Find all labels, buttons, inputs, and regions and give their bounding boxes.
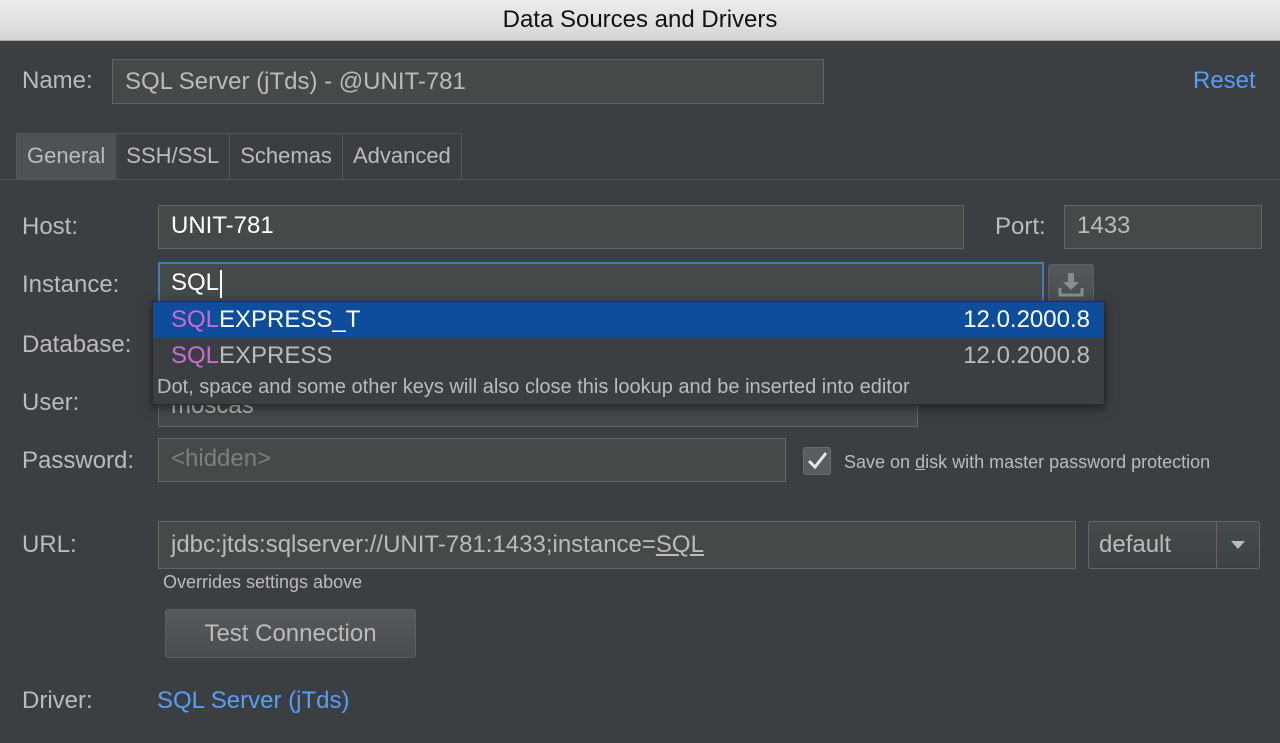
password-input[interactable]: <hidden>	[158, 438, 786, 482]
password-label: Password:	[22, 447, 135, 474]
host-label: Host:	[22, 213, 79, 240]
lookup-item-sqlexpress-t[interactable]: SQLEXPRESS_T 12.0.2000.8	[153, 302, 1104, 338]
chevron-down-icon[interactable]	[1217, 522, 1259, 568]
save-label-prefix: Save on	[844, 452, 916, 472]
save-label-suffix: isk with master password protection	[925, 452, 1211, 472]
instance-label: Instance:	[22, 271, 120, 298]
checkmark-icon	[807, 452, 828, 470]
save-password-label[interactable]: Save on disk with master password protec…	[844, 452, 1210, 473]
url-input[interactable]: jdbc:jtds:sqlserver://UNIT-781:1433;inst…	[158, 521, 1076, 569]
reset-link[interactable]: Reset	[1193, 67, 1256, 95]
window-title: Data Sources and Drivers	[0, 0, 1280, 41]
instance-lookup-popup: SQLEXPRESS_T 12.0.2000.8 SQLEXPRESS 12.0…	[152, 301, 1105, 405]
url-prefix: jdbc:jtds:sqlserver://UNIT-781:1433;inst…	[171, 531, 656, 558]
lookup-item-rest: EXPRESS_T	[219, 306, 361, 333]
url-label: URL:	[22, 531, 77, 558]
port-input[interactable]: 1433	[1064, 205, 1262, 249]
tab-ssh-ssl[interactable]: SSH/SSL	[115, 133, 231, 179]
save-password-checkbox[interactable]	[803, 447, 831, 475]
lookup-match: SQL	[171, 306, 220, 333]
tab-bar: General SSH/SSL Schemas Advanced	[16, 133, 462, 179]
text-caret	[220, 269, 223, 298]
user-label: User:	[22, 389, 80, 416]
name-label: Name:	[22, 67, 93, 94]
lookup-item-rest: EXPRESS	[219, 342, 333, 369]
name-input[interactable]: SQL Server (jTds) - @UNIT-781	[112, 59, 824, 104]
url-mode-value: default	[1099, 531, 1172, 558]
save-label-mnemonic: d	[915, 452, 926, 472]
instance-download-button[interactable]	[1048, 264, 1094, 304]
lookup-match: SQL	[171, 342, 220, 369]
url-mode-select[interactable]: default	[1088, 521, 1260, 569]
tab-general[interactable]: General	[16, 133, 117, 179]
tab-divider	[0, 179, 1280, 180]
lookup-item-sqlexpress[interactable]: SQLEXPRESS 12.0.2000.8	[153, 338, 1104, 374]
lookup-item-version: 12.0.2000.8	[963, 342, 1090, 369]
tab-schemas[interactable]: Schemas	[229, 133, 343, 179]
test-connection-button[interactable]: Test Connection	[165, 609, 416, 658]
host-input[interactable]: UNIT-781	[158, 205, 964, 249]
tab-advanced[interactable]: Advanced	[341, 133, 462, 179]
instance-input[interactable]: SQL	[158, 262, 1044, 304]
lookup-item-version: 12.0.2000.8	[963, 306, 1090, 333]
instance-value: SQL	[171, 269, 220, 296]
download-icon	[1058, 273, 1084, 297]
lookup-hint: Dot, space and some other keys will also…	[157, 376, 910, 398]
database-label: Database:	[22, 331, 132, 358]
url-hint: Overrides settings above	[163, 572, 363, 592]
url-instance-highlight: SQL	[655, 531, 704, 558]
driver-label: Driver:	[22, 687, 93, 714]
port-label: Port:	[995, 213, 1046, 240]
driver-link[interactable]: SQL Server (jTds)	[157, 687, 349, 715]
